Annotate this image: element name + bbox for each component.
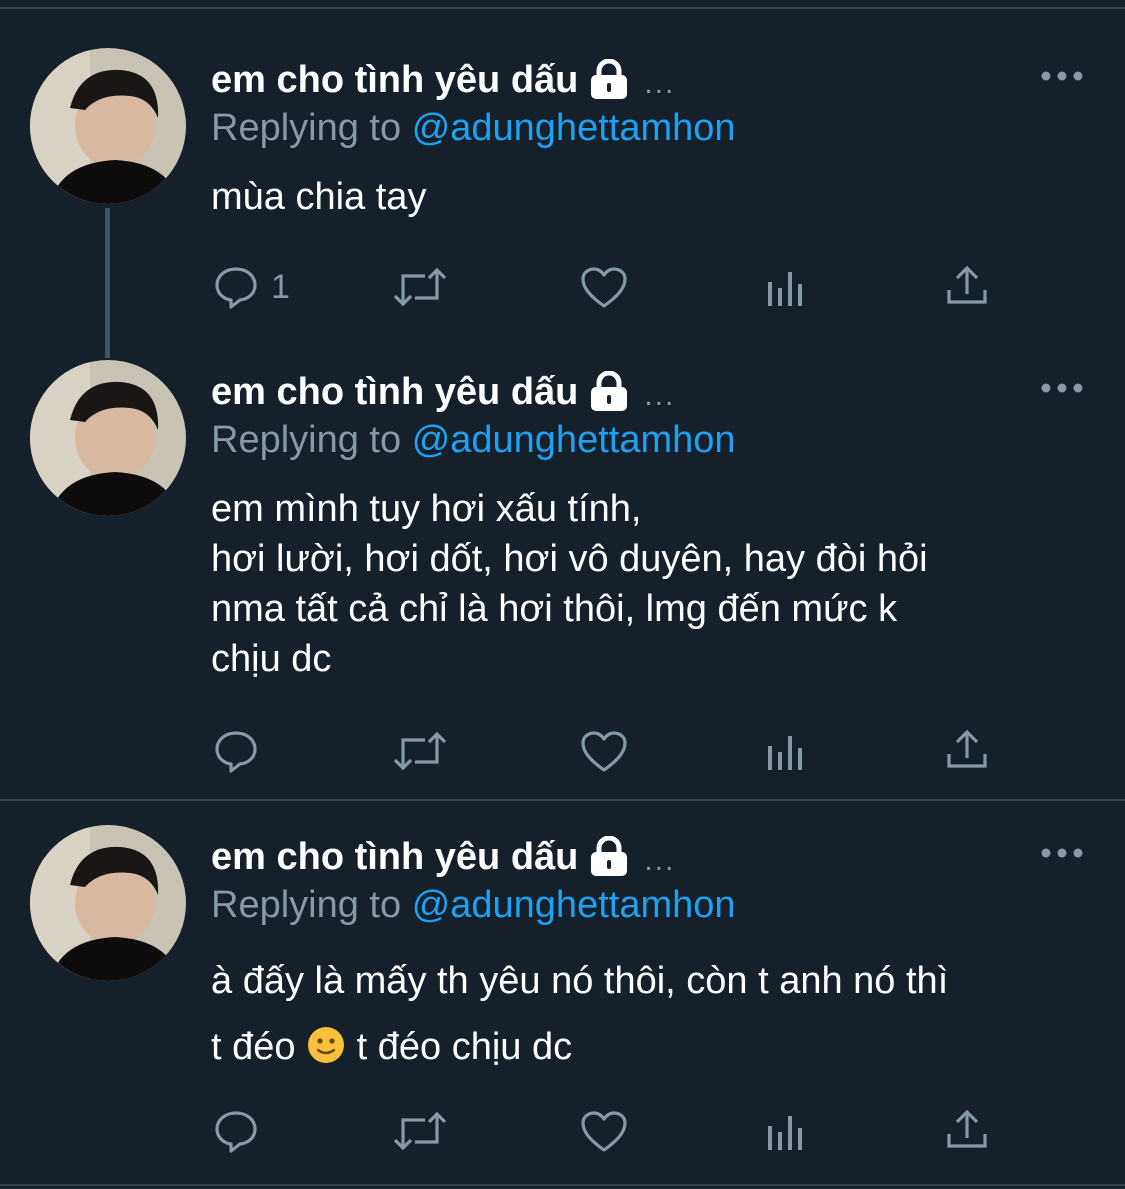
reply-icon [215,1111,257,1153]
more-dots-icon[interactable] [1040,843,1084,863]
slightly-smiling-face-emoji [308,1027,345,1063]
heart-icon [581,1111,627,1152]
replying-prefix: Replying to [211,884,402,926]
share-button[interactable] [945,1108,989,1150]
tweet-text: à đấy là mấy th yêu nó thôi, còn t anh n… [211,948,1091,1080]
share-icon [947,1109,987,1148]
replying-to: Replying to @adunghettamhon [211,881,736,929]
name-truncation: ... [644,844,676,877]
display-name[interactable]: em cho tình yêu dấu [211,836,578,879]
retweet-icon [393,1111,447,1151]
analytics-icon [768,1116,802,1150]
like-button[interactable] [580,1110,628,1154]
analytics-button[interactable] [766,1114,806,1150]
retweet-button[interactable] [393,1110,447,1152]
bottom-divider [0,1184,1125,1186]
replying-handle[interactable]: @adunghettamhon [412,884,736,926]
tweet-text-part2: t đéo chịu dc [346,1026,573,1068]
reply-button[interactable] [213,1108,259,1154]
lock-icon [591,836,628,876]
avatar[interactable] [30,825,186,981]
tweet-3[interactable]: em cho tình yêu dấu ... Replying to @adu… [0,0,1125,1180]
